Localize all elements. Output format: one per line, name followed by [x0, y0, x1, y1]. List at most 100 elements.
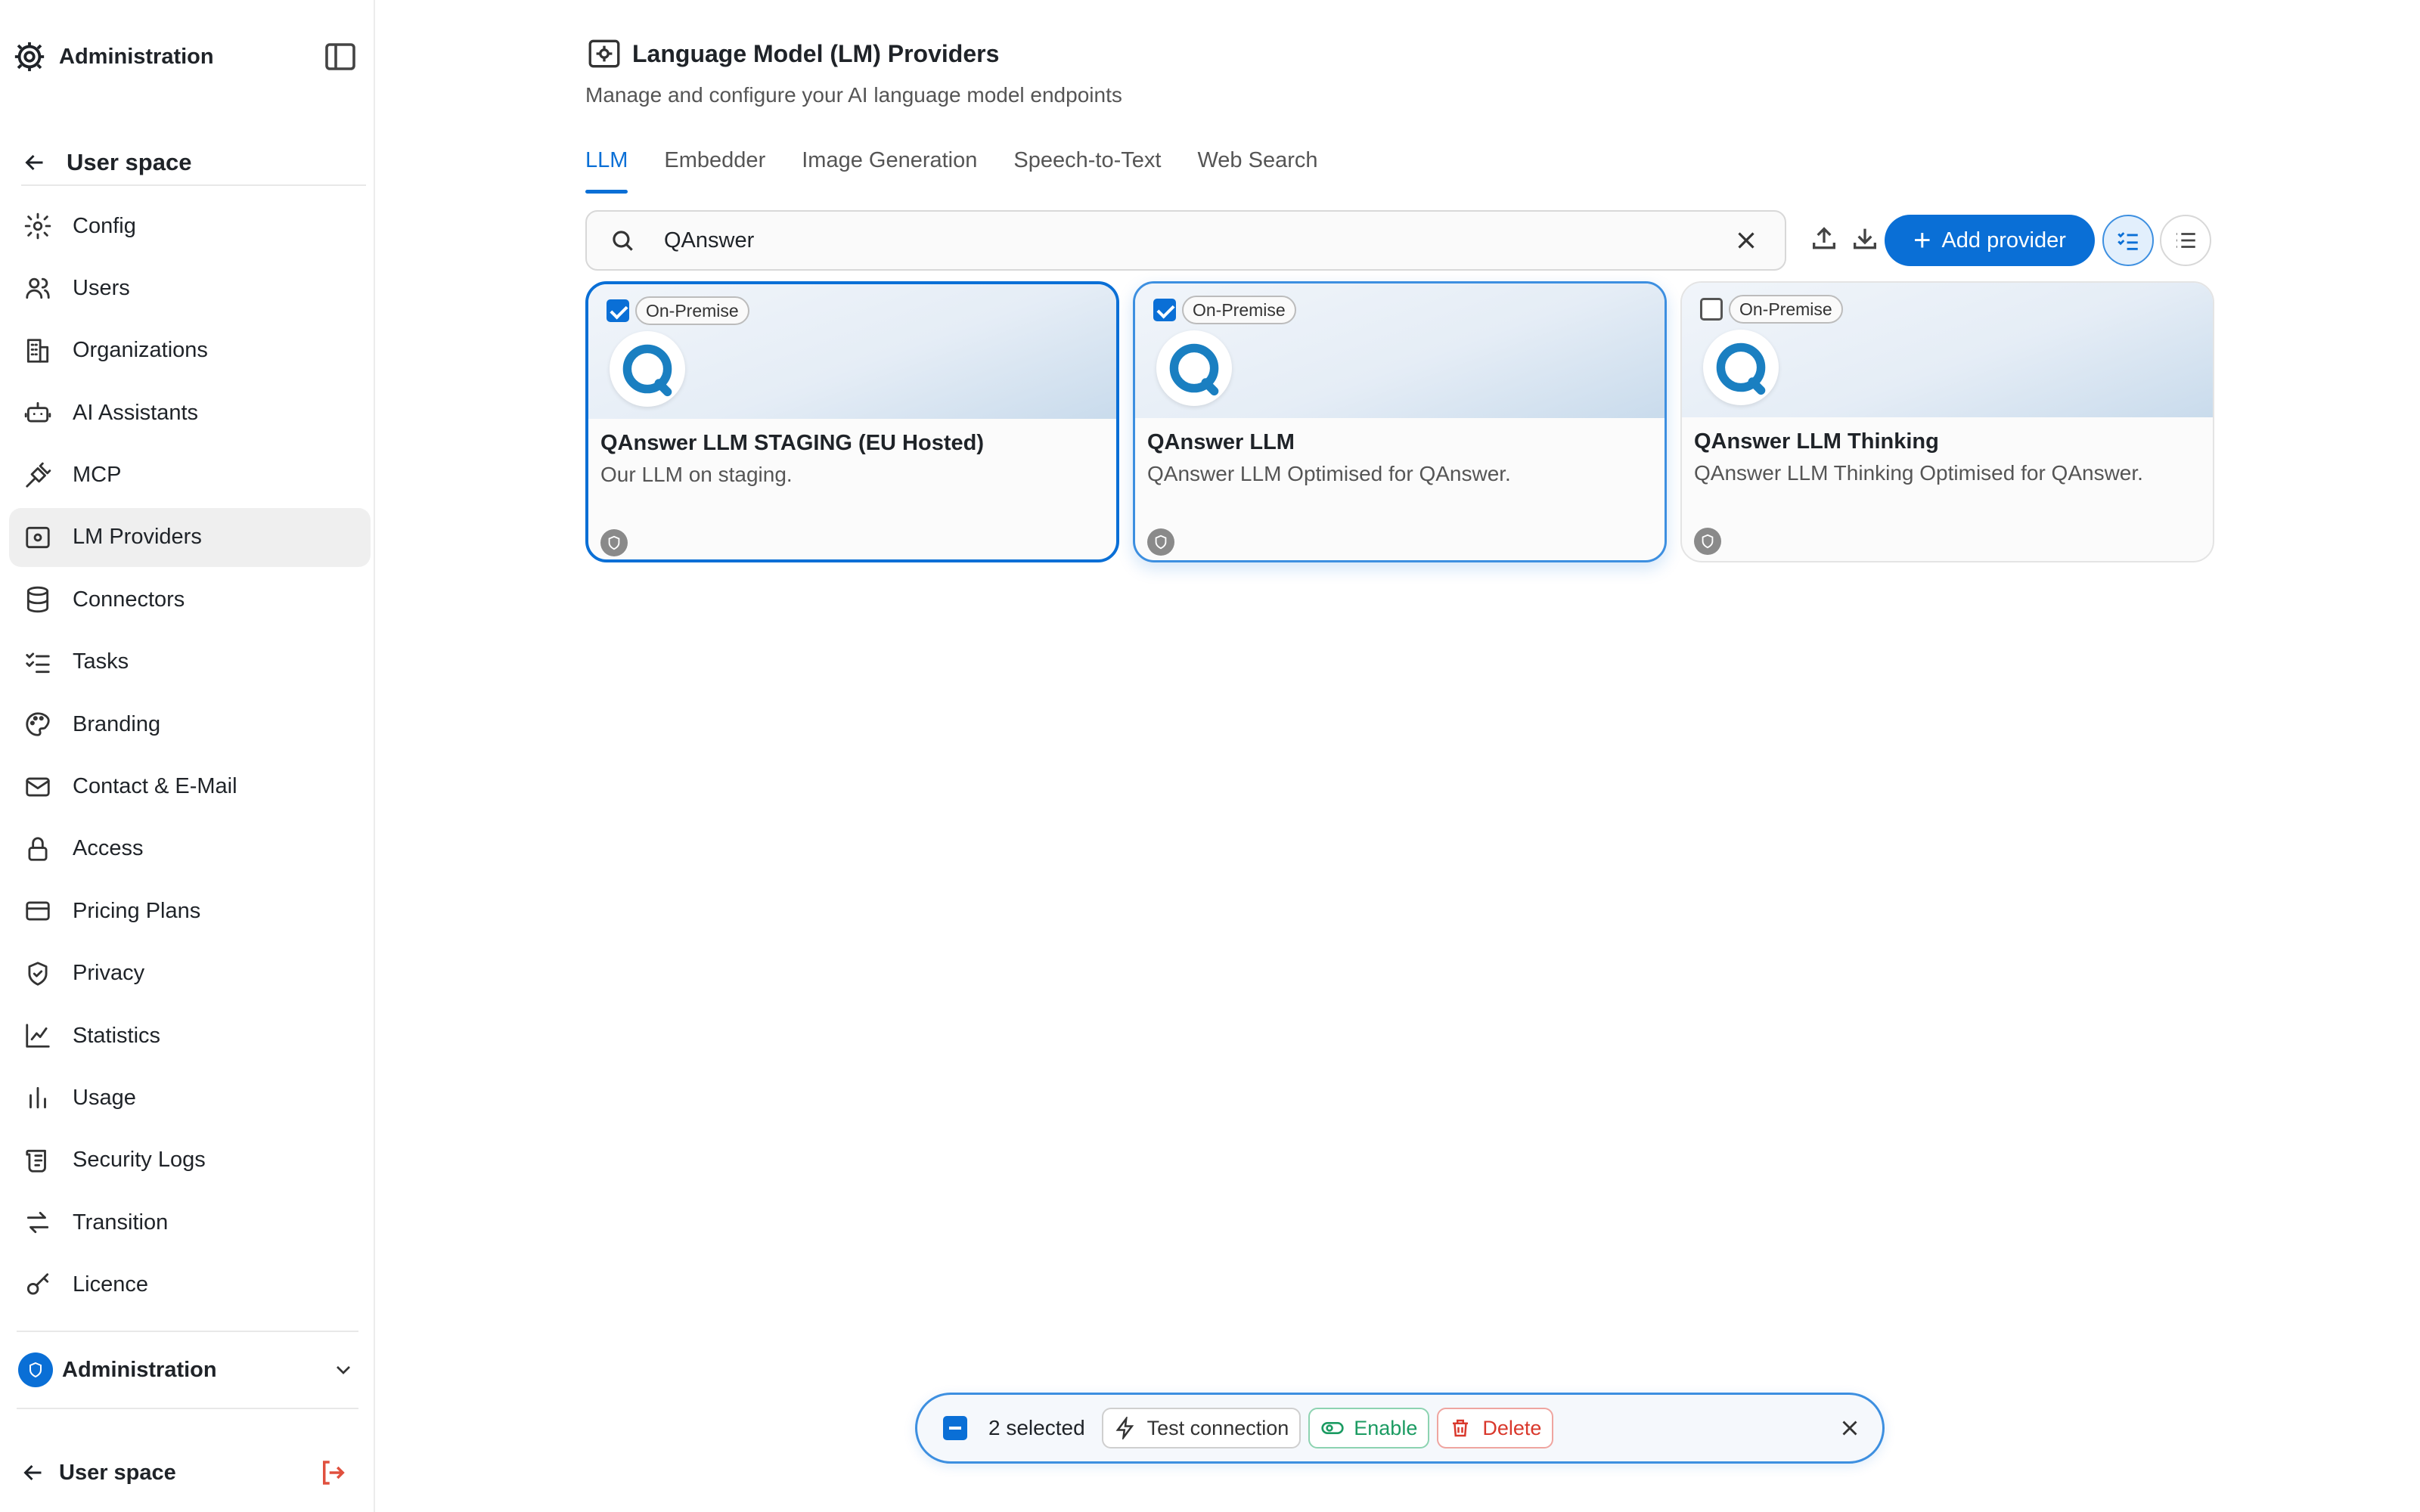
delete-button[interactable]: Delete	[1437, 1408, 1554, 1448]
cpu-icon	[588, 39, 620, 68]
bulk-action-bar: 2 selected Test connection Enable Delete	[915, 1393, 1885, 1464]
sidebar-item-security-logs[interactable]: Security Logs	[9, 1131, 371, 1190]
tab-image-generation[interactable]: Image Generation	[802, 145, 977, 194]
key-icon	[23, 1270, 53, 1300]
sidebar-item-label: Pricing Plans	[73, 898, 201, 923]
sidebar-toggle-icon[interactable]	[322, 39, 358, 75]
card-checkbox[interactable]	[1153, 299, 1176, 321]
plus-icon: +	[1913, 224, 1931, 257]
sidebar-item-label: LM Providers	[73, 525, 202, 550]
provider-tabs: LLM Embedder Image Generation Speech-to-Tex…	[585, 145, 1354, 194]
provider-description: QAnswer LLM Optimised for QAnswer.	[1147, 462, 1511, 485]
sidebar-item-users[interactable]: Users	[9, 259, 371, 318]
sidebar-item-organizations[interactable]: Organizations	[9, 321, 371, 380]
gear-icon	[23, 211, 53, 241]
select-all-checkbox[interactable]	[943, 1416, 967, 1440]
shield-badge-icon	[18, 1352, 53, 1387]
sidebar-item-usage[interactable]: Usage	[9, 1068, 371, 1127]
upload-button[interactable]	[1804, 219, 1844, 259]
page-header: Language Model (LM) Providers Manage and…	[585, 35, 1122, 107]
bar-chart-icon	[23, 1083, 53, 1113]
arrow-left-icon[interactable]	[20, 1459, 47, 1486]
sidebar-item-contact-e-mail[interactable]: Contact & E-Mail	[9, 758, 371, 816]
sidebar-item-transition[interactable]: Transition	[9, 1193, 371, 1252]
provider-card[interactable]: On-Premise QAnswer LLM STAGING (EU Hosted…	[585, 281, 1119, 562]
provider-card[interactable]: On-Premise QAnswer LLM QAnswer LLM Optimis…	[1133, 281, 1667, 562]
bot-icon	[23, 398, 53, 428]
organization-switcher[interactable]: Administration	[17, 1331, 358, 1409]
organization-label: Administration	[62, 1357, 217, 1382]
test-connection-button[interactable]: Test connection	[1101, 1408, 1302, 1448]
sidebar-item-lm-providers[interactable]: LM Providers	[9, 507, 371, 567]
provider-name: QAnswer LLM Thinking	[1694, 429, 1939, 454]
sidebar-item-access[interactable]: Access	[9, 820, 371, 878]
users-icon	[23, 273, 53, 303]
cpu-icon	[23, 522, 53, 553]
footer-user-space: User space	[20, 1450, 349, 1495]
deployment-tag: On-Premise	[635, 296, 749, 325]
search-bar[interactable]: QAnswer	[585, 210, 1786, 271]
shield-check-icon	[23, 959, 53, 989]
line-chart-icon	[23, 1021, 53, 1051]
add-provider-button[interactable]: + Add provider	[1885, 215, 2095, 266]
close-icon[interactable]	[1837, 1415, 1863, 1441]
tab-embedder[interactable]: Embedder	[664, 145, 765, 194]
sidebar-item-branding[interactable]: Branding	[9, 695, 371, 754]
provider-card[interactable]: On-Premise QAnswer LLM Thinking QAnswer LL…	[1680, 281, 2214, 562]
qanswer-logo-icon	[610, 331, 685, 407]
list-view-button[interactable]	[2160, 215, 2211, 266]
provider-description: QAnswer LLM Thinking Optimised for QAnsw…	[1694, 461, 2143, 485]
sidebar-item-tasks[interactable]: Tasks	[9, 633, 371, 692]
sidebar-item-label: Organizations	[73, 338, 208, 363]
page-subtitle: Manage and configure your AI language mo…	[585, 83, 1122, 107]
sidebar-item-pricing-plans[interactable]: Pricing Plans	[9, 881, 371, 940]
sidebar-item-label: Users	[73, 275, 130, 300]
close-icon[interactable]	[1732, 226, 1761, 255]
card-view-button[interactable]	[2102, 215, 2154, 266]
tab-web-search[interactable]: Web Search	[1197, 145, 1317, 194]
sidebar: Administration User space Config Users Org…	[0, 0, 375, 1512]
sidebar-item-label: AI Assistants	[73, 400, 199, 425]
palette-icon	[23, 709, 53, 739]
shield-icon	[600, 529, 628, 556]
search-input[interactable]: QAnswer	[664, 228, 1732, 253]
sidebar-item-config[interactable]: Config	[9, 197, 371, 256]
sidebar-item-licence[interactable]: Licence	[9, 1256, 371, 1315]
sidebar-item-label: Privacy	[73, 961, 145, 986]
back-to-user-space-link[interactable]: User space	[21, 141, 366, 186]
sidebar-item-ai-assistants[interactable]: AI Assistants	[9, 383, 371, 442]
logout-icon[interactable]	[318, 1457, 349, 1489]
toggle-on-icon	[1320, 1416, 1345, 1440]
enable-button[interactable]: Enable	[1308, 1408, 1430, 1448]
gear-icon	[14, 42, 45, 72]
sidebar-item-label: Branding	[73, 711, 161, 736]
sidebar-item-label: Licence	[73, 1272, 148, 1297]
chevron-down-icon	[337, 1366, 350, 1374]
footer-user-space-label[interactable]: User space	[59, 1461, 318, 1486]
sidebar-item-label: Transition	[73, 1210, 169, 1235]
sidebar-item-connectors[interactable]: Connectors	[9, 570, 371, 629]
search-icon	[613, 231, 633, 251]
sidebar-item-label: Contact & E-Mail	[73, 774, 237, 799]
sidebar-item-mcp[interactable]: MCP	[9, 446, 371, 505]
credit-card-icon	[23, 896, 53, 926]
list-icon	[2176, 233, 2195, 248]
sidebar-item-label: Config	[73, 213, 136, 238]
delete-label: Delete	[1482, 1416, 1542, 1439]
provider-description: Our LLM on staging.	[600, 463, 793, 486]
download-icon	[1854, 228, 1876, 249]
sidebar-title: Administration	[59, 44, 214, 69]
card-checkbox[interactable]	[607, 299, 629, 322]
sidebar-nav: Config Users Organizations AI Assistants MCP…	[9, 197, 371, 1318]
download-button[interactable]	[1845, 219, 1885, 259]
back-label: User space	[67, 149, 192, 175]
tab-speech-to-text[interactable]: Speech-to-Text	[1013, 145, 1161, 194]
sidebar-item-label: MCP	[73, 463, 122, 488]
mail-icon	[23, 772, 53, 802]
scroll-icon	[23, 1145, 53, 1176]
sidebar-item-statistics[interactable]: Statistics	[9, 1006, 371, 1065]
sidebar-item-privacy[interactable]: Privacy	[9, 944, 371, 1003]
provider-name: QAnswer LLM STAGING (EU Hosted)	[600, 431, 984, 455]
tab-llm[interactable]: LLM	[585, 145, 628, 194]
card-checkbox[interactable]	[1700, 298, 1723, 321]
